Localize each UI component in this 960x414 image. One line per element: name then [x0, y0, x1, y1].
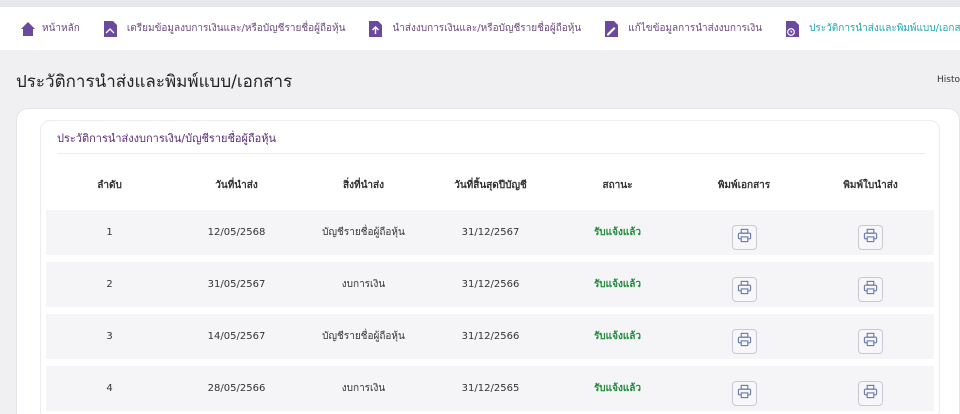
cell-fiscal-end: 31/12/2565 — [461, 383, 520, 394]
column-header-print-slip: พิมพ์ใบนำส่ง — [843, 180, 898, 191]
cell-submit-date: 14/05/2567 — [207, 331, 266, 342]
nav-item-label: นำส่งงบการเงินและ/หรือบัญชีรายชื่อผู้ถือ… — [392, 23, 582, 34]
table-row: 2 31/05/2567 งบการเงิน 31/12/2566 รับแจ้… — [46, 262, 934, 307]
printer-icon — [863, 332, 878, 351]
cell-no: 4 — [106, 383, 113, 394]
breadcrumb[interactable]: History — [937, 75, 960, 85]
status-badge: รับแจ้งแล้ว — [593, 279, 642, 290]
table-row: 3 14/05/2567 บัญชีรายชื่อผู้ถือหุ้น 31/1… — [46, 314, 934, 359]
status-badge: รับแจ้งแล้ว — [593, 227, 642, 238]
cell-no: 2 — [106, 279, 113, 290]
print-document-button[interactable] — [731, 329, 757, 354]
printer-icon — [737, 332, 752, 351]
table-row: 1 12/05/2568 บัญชีรายชื่อผู้ถือหุ้น 31/1… — [46, 210, 934, 255]
history-document-icon — [784, 20, 800, 38]
cell-fiscal-end: 31/12/2567 — [461, 227, 520, 238]
nav-item-label: เตรียมข้อมูลงบการเงินและ/หรือบัญชีรายชื่… — [126, 23, 346, 34]
print-document-button[interactable] — [731, 225, 757, 250]
printer-icon — [863, 228, 878, 247]
column-header-status: สถานะ — [602, 180, 633, 191]
table-row: 4 28/05/2566 งบการเงิน 31/12/2565 รับแจ้… — [46, 366, 934, 411]
cell-fiscal-end: 31/12/2566 — [461, 331, 520, 342]
cell-item: บัญชีรายชื่อผู้ถือหุ้น — [322, 227, 405, 238]
column-header-fiscal-end: วันที่สิ้นสุดปีบัญชี — [454, 180, 527, 191]
printer-icon — [737, 228, 752, 247]
table-header: ลำดับ วันที่นำส่ง สิ่งที่นำส่ง วันที่สิ้… — [46, 178, 934, 196]
nav-item-submit[interactable]: นำส่งงบการเงินและ/หรือบัญชีรายชื่อผู้ถือ… — [367, 20, 581, 38]
print-slip-button[interactable] — [858, 381, 883, 406]
upload-document-icon — [367, 20, 383, 38]
top-nav: หน้าหลัก เตรียมข้อมูลงบการเงินและ/หรือบั… — [0, 7, 960, 50]
print-document-button[interactable] — [731, 381, 757, 406]
cell-submit-date: 28/05/2566 — [207, 383, 266, 394]
printer-icon — [737, 384, 752, 403]
nav-item-history[interactable]: ประวัติการนำส่งและพิมพ์แบบ/เอกสาร — [784, 20, 960, 38]
column-header-submit-date: วันที่นำส่ง — [215, 180, 258, 191]
document-prepare-icon — [102, 20, 118, 38]
cell-fiscal-end: 31/12/2566 — [461, 279, 520, 290]
nav-item-home[interactable]: หน้าหลัก — [20, 20, 80, 38]
print-slip-button[interactable] — [858, 225, 883, 250]
printer-icon — [863, 384, 878, 403]
cell-submit-date: 12/05/2568 — [207, 227, 266, 238]
card-divider — [57, 153, 925, 154]
nav-item-label: หน้าหลัก — [42, 23, 80, 34]
column-header-item: สิ่งที่นำส่ง — [342, 180, 384, 191]
cell-item: บัญชีรายชื่อผู้ถือหุ้น — [322, 331, 405, 342]
printer-icon — [737, 280, 752, 299]
cell-no: 3 — [106, 331, 113, 342]
nav-item-label: แก้ไขข้อมูลการนำส่งงบการเงิน — [628, 23, 763, 34]
edit-document-icon — [603, 20, 619, 38]
page-title: ประวัติการนำส่งและพิมพ์แบบ/เอกสาร — [16, 72, 293, 92]
nav-item-label: ประวัติการนำส่งและพิมพ์แบบ/เอกสาร — [809, 23, 960, 34]
cell-submit-date: 31/05/2567 — [207, 279, 266, 290]
nav-item-prepare[interactable]: เตรียมข้อมูลงบการเงินและ/หรือบัญชีรายชื่… — [102, 20, 346, 38]
status-badge: รับแจ้งแล้ว — [593, 331, 642, 342]
cell-item: งบการเงิน — [341, 383, 386, 394]
print-slip-button[interactable] — [858, 277, 883, 302]
print-slip-button[interactable] — [858, 329, 883, 354]
home-icon — [20, 20, 36, 38]
card-title: ประวัติการนำส่งงบการเงิน/บัญชีรายชื่อผู้… — [57, 132, 277, 145]
top-strip — [0, 0, 960, 7]
print-document-button[interactable] — [731, 277, 757, 302]
cell-item: งบการเงิน — [341, 279, 386, 290]
column-header-no: ลำดับ — [97, 180, 122, 191]
status-badge: รับแจ้งแล้ว — [593, 383, 642, 394]
cell-no: 1 — [106, 227, 113, 238]
printer-icon — [863, 280, 878, 299]
nav-item-edit[interactable]: แก้ไขข้อมูลการนำส่งงบการเงิน — [603, 20, 762, 38]
column-header-print-document: พิมพ์เอกสาร — [717, 180, 771, 191]
